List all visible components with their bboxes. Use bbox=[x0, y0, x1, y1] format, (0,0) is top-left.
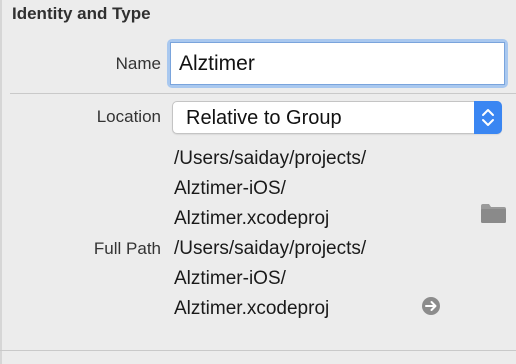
full-path: /Users/saiday/projects/ Alztimer-iOS/ Al… bbox=[174, 234, 366, 324]
full-path-line: Alztimer-iOS/ bbox=[174, 268, 286, 289]
section-title: Identity and Type bbox=[12, 4, 151, 23]
location-path-line: /Users/saiday/projects/ bbox=[174, 148, 367, 169]
bottom-divider bbox=[0, 350, 516, 351]
folder-icon[interactable] bbox=[480, 203, 507, 224]
section-divider bbox=[10, 93, 516, 94]
identity-and-type-panel: Identity and Type Name Location Relative… bbox=[0, 0, 516, 364]
full-path-label: Full Path bbox=[93, 239, 161, 258]
location-path: /Users/saiday/projects/ Alztimer-iOS/ Al… bbox=[174, 144, 366, 234]
panel-left-border bbox=[0, 0, 2, 364]
select-stepper-icon[interactable] bbox=[474, 101, 502, 134]
arrow-right-circle-icon[interactable] bbox=[421, 296, 441, 316]
full-path-line: /Users/saiday/projects/ bbox=[174, 238, 367, 259]
name-label: Name bbox=[115, 54, 161, 73]
full-path-line: Alztimer.xcodeproj bbox=[174, 298, 330, 319]
location-select[interactable]: Relative to Group bbox=[172, 101, 502, 134]
location-label: Location bbox=[96, 107, 161, 126]
name-field-focus-ring bbox=[167, 39, 508, 88]
location-path-line: Alztimer.xcodeproj bbox=[174, 208, 330, 229]
name-field[interactable] bbox=[170, 42, 505, 85]
location-select-value: Relative to Group bbox=[186, 107, 342, 129]
location-path-line: Alztimer-iOS/ bbox=[174, 178, 286, 199]
